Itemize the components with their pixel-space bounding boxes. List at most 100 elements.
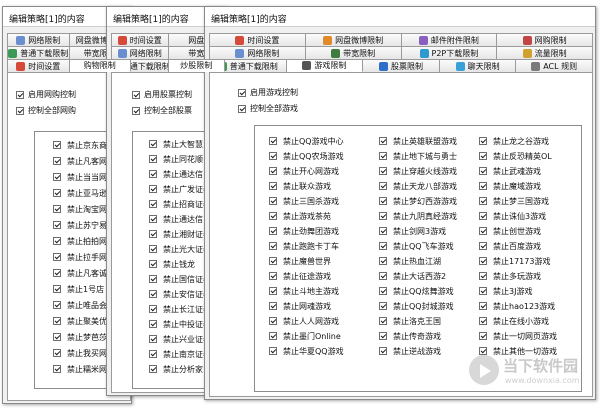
tab-network-limit[interactable]: 网络限制: [7, 33, 70, 46]
tab-chat-limit[interactable]: 聊天限制: [439, 59, 517, 72]
control-all-stocks[interactable]: 控制全部股票: [132, 105, 192, 116]
list-item[interactable]: 禁止在线小游戏: [479, 316, 549, 326]
tab-time-settings[interactable]: 时间设置: [209, 33, 306, 46]
list-item[interactable]: 禁止魔兽世界: [269, 256, 331, 266]
list-item[interactable]: 禁止华夏QQ游戏: [269, 346, 344, 356]
list-item[interactable]: 禁止热血江湖: [379, 256, 441, 266]
control-all-games[interactable]: 控制全部游戏: [238, 103, 298, 114]
list-item[interactable]: 禁止反恐精英OL: [479, 151, 552, 161]
list-item[interactable]: 禁止斗地主游戏: [269, 286, 339, 296]
list-item[interactable]: 禁止3J游戏: [479, 286, 532, 296]
list-item[interactable]: 禁止亚马逊: [53, 188, 107, 198]
list-item[interactable]: 禁止龙之谷游戏: [479, 136, 549, 146]
list-item[interactable]: 禁止传奇游戏: [379, 331, 441, 341]
list-item[interactable]: 禁止地下城与勇士: [379, 151, 457, 161]
checkbox[interactable]: [16, 90, 24, 99]
list-item[interactable]: 禁止国信证券: [149, 274, 211, 284]
list-item[interactable]: 禁止游戏茶苑: [269, 211, 331, 221]
list-item[interactable]: 禁止一切网页游戏: [479, 331, 557, 341]
list-item[interactable]: 禁止三国杀游戏: [269, 196, 339, 206]
tab-mail-attachment[interactable]: 邮件附件限制: [401, 33, 498, 46]
list-item[interactable]: 禁止百度游戏: [479, 241, 541, 251]
list-item[interactable]: 禁止QQ炫舞游戏: [379, 286, 454, 296]
list-item[interactable]: 禁止糯米网: [53, 364, 107, 374]
list-item[interactable]: 禁止开心网游戏: [269, 166, 339, 176]
list-item[interactable]: 禁止通达信: [149, 214, 203, 224]
list-item[interactable]: 禁止同花顺: [149, 154, 203, 164]
list-item[interactable]: 禁止梦芭莎: [53, 332, 107, 342]
enable-stock-control[interactable]: 启用股票控制: [132, 89, 192, 100]
list-item[interactable]: 禁止梦幻西游游戏: [379, 196, 457, 206]
list-item[interactable]: 禁止南京证券: [149, 349, 211, 359]
list-item[interactable]: 禁止当当网: [53, 172, 107, 182]
list-item[interactable]: 禁止劲舞团游戏: [269, 226, 339, 236]
enable-game-control[interactable]: 启用游戏控制: [238, 87, 298, 98]
tab-shopping-limit[interactable]: 网购限制: [497, 33, 593, 46]
tab-netdisk-weibo[interactable]: 网盘微博限制: [305, 33, 402, 46]
list-item[interactable]: 禁止光大证券: [149, 244, 211, 254]
list-item[interactable]: 禁止九阴真经游戏: [379, 211, 457, 221]
list-item[interactable]: 禁止英雄联盟游戏: [379, 136, 457, 146]
list-item[interactable]: 禁止天龙八部游戏: [379, 181, 457, 191]
checkbox[interactable]: [16, 106, 24, 115]
list-item[interactable]: 禁止武魂游戏: [479, 166, 541, 176]
list-item[interactable]: 禁止人人网游戏: [269, 316, 339, 326]
list-item[interactable]: 禁止拍拍网: [53, 236, 107, 246]
tab-stock-limit[interactable]: 股票限制: [363, 59, 440, 72]
tab-p2p-download[interactable]: P2P下载限制: [401, 46, 498, 59]
list-item[interactable]: 禁止通达信: [149, 169, 203, 179]
list-item[interactable]: 禁止墨门Online: [269, 331, 341, 341]
checkbox[interactable]: [238, 88, 246, 97]
tab-traffic-limit[interactable]: 流量限制: [497, 46, 593, 59]
list-item[interactable]: 禁止洛克王国: [379, 316, 441, 326]
list-item[interactable]: 禁止安信证券: [149, 289, 211, 299]
list-item[interactable]: 禁止大话西游2: [379, 271, 446, 281]
list-item[interactable]: 禁止我买网: [53, 348, 107, 358]
list-item[interactable]: 禁止大智慧: [149, 139, 203, 149]
list-item[interactable]: 禁止广发证券: [149, 184, 211, 194]
list-item[interactable]: 禁止17173游戏: [479, 256, 550, 266]
list-item[interactable]: 禁止诛仙3游戏: [479, 211, 546, 221]
tab-shopping-limit[interactable]: 购物限制: [69, 59, 131, 72]
list-item[interactable]: 禁止QQ飞车游戏: [379, 241, 454, 251]
tab-acl-rules[interactable]: ACL 规则: [516, 59, 593, 72]
tab-network-limit[interactable]: 网络限制: [111, 46, 169, 59]
list-item[interactable]: 禁止逆战游戏: [379, 346, 441, 356]
enable-shopping-control[interactable]: 启用网购控制: [16, 89, 76, 100]
list-item[interactable]: 禁止跑跑卡丁车: [269, 241, 339, 251]
list-item[interactable]: 禁止淘宝网: [53, 204, 107, 214]
tab-time-settings[interactable]: 时间设置: [7, 59, 70, 72]
tab-network-limit[interactable]: 网络限制: [209, 46, 306, 59]
list-item[interactable]: 禁止联众游戏: [269, 181, 331, 191]
tab-bandwidth[interactable]: 带宽限制: [305, 46, 402, 59]
tab-game-limit[interactable]: 游戏限制: [286, 59, 364, 72]
list-item[interactable]: 禁止钱龙: [149, 259, 195, 269]
list-item[interactable]: 禁止hao123游戏: [479, 301, 555, 311]
list-item[interactable]: 禁止魔域游戏: [479, 181, 541, 191]
list-item[interactable]: 禁止多玩游戏: [479, 271, 541, 281]
list-item[interactable]: 禁止QQ农场游戏: [269, 151, 344, 161]
list-item[interactable]: 禁止QQ游戏中心: [269, 136, 344, 146]
control-all-shopping[interactable]: 控制全部网购: [16, 105, 76, 116]
list-item[interactable]: 禁止剑网3游戏: [379, 226, 446, 236]
list-item[interactable]: 禁止长江证券: [149, 304, 211, 314]
checkbox[interactable]: [132, 90, 140, 99]
list-item[interactable]: 禁止分析家: [149, 364, 203, 374]
list-item[interactable]: 禁止1号店: [53, 284, 104, 294]
checkbox[interactable]: [132, 106, 140, 115]
list-item[interactable]: 禁止湘财证券: [149, 229, 211, 239]
list-item[interactable]: 禁止创世游戏: [479, 226, 541, 236]
list-item[interactable]: 禁止招商证券: [149, 199, 211, 209]
list-item[interactable]: 禁止征途游戏: [269, 271, 331, 281]
list-item[interactable]: 禁止QQ封城游戏: [379, 301, 454, 311]
checkbox[interactable]: [238, 104, 246, 113]
list-item[interactable]: 禁止唯品会: [53, 300, 107, 310]
list-item[interactable]: 禁止穿越火线游戏: [379, 166, 457, 176]
list-item[interactable]: 禁止梦三国游戏: [479, 196, 549, 206]
list-item[interactable]: 禁止兴业证券: [149, 334, 211, 344]
list-item[interactable]: 禁止网魂游戏: [269, 301, 331, 311]
tab-normal-download[interactable]: 普通下载限制: [7, 46, 70, 59]
list-item[interactable]: 禁止中投证券: [149, 319, 211, 329]
list-item[interactable]: 禁止拉手网: [53, 252, 107, 262]
tab-stock-limit[interactable]: 炒股限制: [168, 59, 225, 72]
